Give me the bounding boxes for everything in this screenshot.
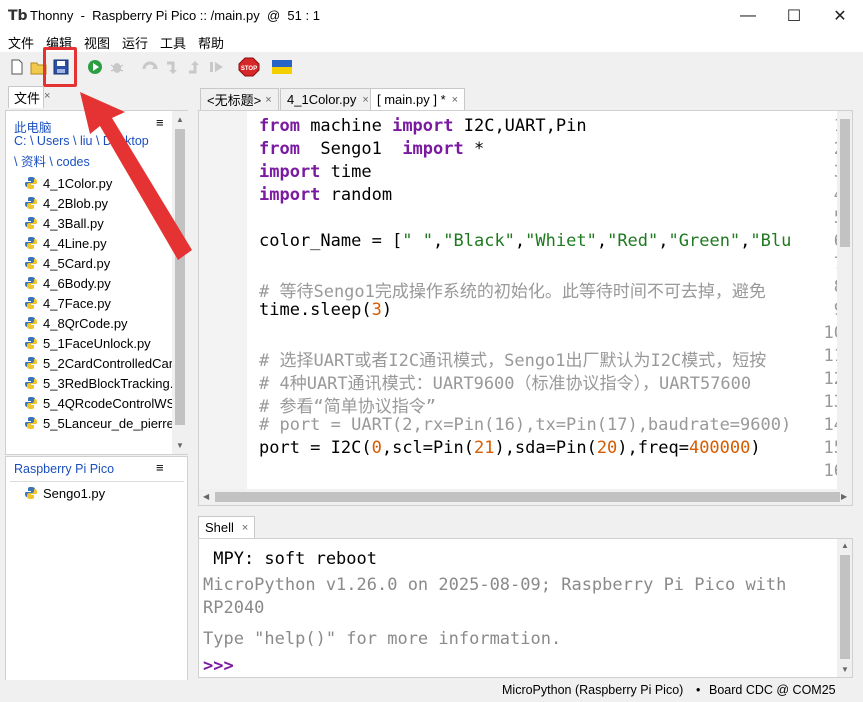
annotation-arrow-icon <box>80 92 192 260</box>
